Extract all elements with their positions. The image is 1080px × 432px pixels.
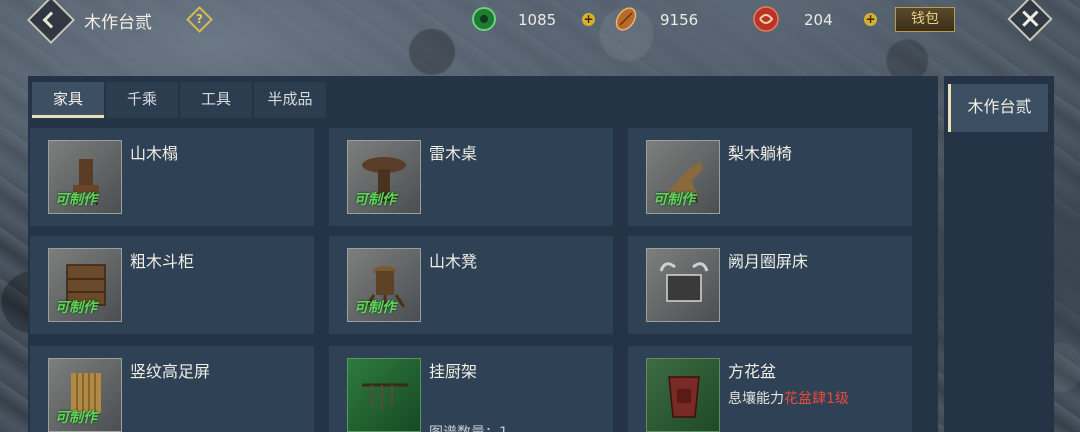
requirement-text: 息壤能力花盆肆1级 xyxy=(728,388,849,408)
item-name: 阙月圈屏床 xyxy=(728,252,809,271)
item-card[interactable]: 可制作 竖纹高足屏 xyxy=(30,346,314,432)
tab-furniture[interactable]: 家具 xyxy=(32,82,104,118)
item-thumbnail: 可制作 xyxy=(646,140,720,214)
flower-pot-icon xyxy=(668,376,700,418)
canopy-bed-icon xyxy=(659,262,709,302)
copper-coin-icon xyxy=(615,7,637,31)
item-thumbnail: 可制作 xyxy=(347,140,421,214)
currency-copper: 9156 xyxy=(612,5,732,35)
item-name: 山木榻 xyxy=(130,144,179,163)
close-button[interactable] xyxy=(1007,0,1053,42)
item-name: 竖纹高足屏 xyxy=(130,362,211,381)
red-token-icon xyxy=(753,6,779,32)
item-thumbnail: 可制作 xyxy=(48,248,122,322)
item-name: 粗木斗柜 xyxy=(130,252,195,271)
craftable-label: 可制作 xyxy=(55,410,97,426)
page-title: 木作台贰 xyxy=(84,13,152,33)
item-card[interactable]: 可制作 梨木躺椅 xyxy=(628,128,912,226)
sidebar-item-workbench[interactable]: 木作台贰 xyxy=(948,84,1048,132)
item-card[interactable]: 可制作 山木凳 xyxy=(329,236,613,334)
wallet-button[interactable]: 钱包 xyxy=(895,7,955,32)
requirement-prefix: 息壤能力 xyxy=(728,391,784,407)
item-thumbnail xyxy=(646,248,720,322)
item-thumbnail xyxy=(646,358,720,432)
tab-vehicles[interactable]: 千乘 xyxy=(106,82,178,118)
craftable-label: 可制作 xyxy=(55,192,97,208)
tab-tools[interactable]: 工具 xyxy=(180,82,252,118)
chevron-left-icon xyxy=(42,11,60,29)
currency-jade: 1085 + xyxy=(470,5,595,35)
item-thumbnail: 可制作 xyxy=(48,358,122,432)
category-tabs: 家具 千乘 工具 半成品 xyxy=(32,82,326,118)
jade-coin-icon xyxy=(472,7,496,31)
top-bar: 木作台贰 ? 1085 + 9156 204 + 钱包 xyxy=(0,0,1080,45)
question-icon: ? xyxy=(196,12,203,26)
item-thumbnail: 可制作 xyxy=(347,248,421,322)
blueprint-count: 图谱数量：1 xyxy=(429,422,508,432)
item-card[interactable]: 可制作 雷木桌 xyxy=(329,128,613,226)
craftable-label: 可制作 xyxy=(653,192,695,208)
add-jade-button[interactable]: + xyxy=(582,13,595,26)
item-name: 梨木躺椅 xyxy=(728,144,793,163)
item-name: 挂厨架 xyxy=(429,362,478,381)
item-thumbnail: 可制作 xyxy=(48,140,122,214)
item-card[interactable]: 阙月圈屏床 xyxy=(628,236,912,334)
item-card[interactable]: 可制作 粗木斗柜 xyxy=(30,236,314,334)
add-red-token-button[interactable]: + xyxy=(864,13,877,26)
red-token-value: 204 xyxy=(804,11,833,29)
item-card[interactable]: 挂厨架 图谱数量：1 xyxy=(329,346,613,432)
item-card[interactable]: 方花盆 息壤能力花盆肆1级 xyxy=(628,346,912,432)
copper-value: 9156 xyxy=(660,11,699,29)
crafting-panel: 家具 千乘 工具 半成品 可制作 山木榻 可制作 雷木桌 可制作 梨木躺椅 可制… xyxy=(28,76,938,432)
jade-value: 1085 xyxy=(518,11,557,29)
item-card[interactable]: 可制作 山木榻 xyxy=(30,128,314,226)
kitchen-rack-icon xyxy=(362,383,408,411)
tab-semi-finished[interactable]: 半成品 xyxy=(254,82,326,118)
craftable-label: 可制作 xyxy=(354,300,396,316)
requirement-highlight: 花盆肆1级 xyxy=(784,391,849,407)
craftable-label: 可制作 xyxy=(55,300,97,316)
back-button[interactable] xyxy=(26,0,76,45)
craftable-label: 可制作 xyxy=(354,192,396,208)
currency-red: 204 + xyxy=(752,5,882,35)
item-name: 方花盆 xyxy=(728,362,777,381)
item-thumbnail xyxy=(347,358,421,432)
help-button[interactable]: ? xyxy=(186,6,213,33)
item-name: 雷木桌 xyxy=(429,144,478,163)
item-name: 山木凳 xyxy=(429,252,478,271)
workbench-sidebar: 木作台贰 xyxy=(944,76,1054,432)
